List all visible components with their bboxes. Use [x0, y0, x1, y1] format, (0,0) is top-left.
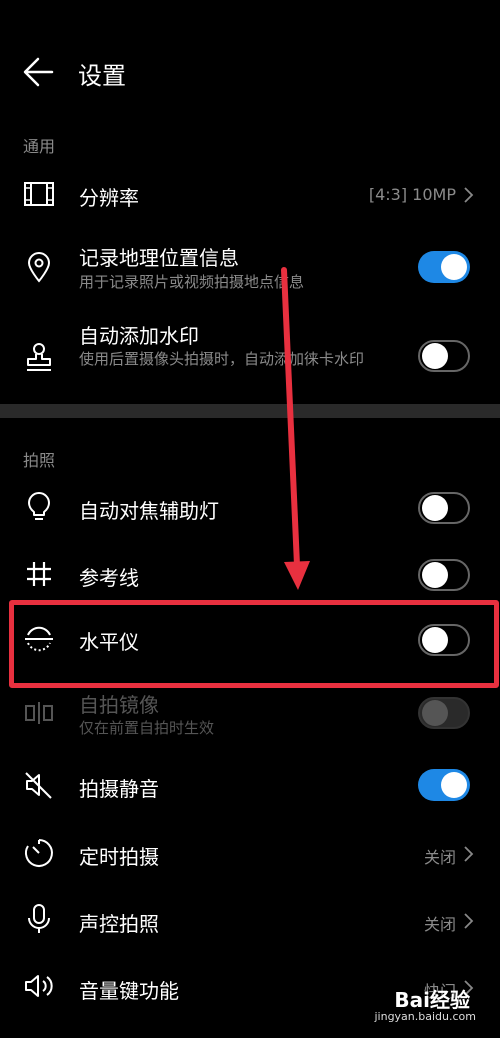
setting-value: [4:3] 10MP: [368, 185, 456, 204]
timer-icon: [22, 836, 56, 870]
setting-row-focus-light[interactable]: 自动对焦辅助灯: [0, 484, 500, 534]
setting-label: 自动添加水印: [79, 324, 199, 348]
section-divider: [0, 404, 500, 418]
speaker-volume-icon: [22, 969, 56, 1003]
toggle-switch-mute[interactable]: [418, 769, 470, 801]
setting-row-watermark[interactable]: 自动添加水印 使用后置摄像头拍摄时，自动添加徕卡水印: [0, 316, 500, 396]
toggle-switch-focus-light[interactable]: [418, 492, 470, 524]
header: 设置: [0, 0, 500, 140]
toggle-switch-geo[interactable]: [418, 251, 470, 283]
watermark-url: jingyan.baidu.com: [374, 1010, 476, 1023]
setting-sub: 使用后置摄像头拍摄时，自动添加徕卡水印: [79, 350, 365, 368]
toggle-knob: [422, 700, 448, 726]
setting-row-voice[interactable]: 声控拍照 关闭: [0, 895, 500, 945]
baidu-watermark: Bai经验 jingyan.baidu.com: [366, 984, 476, 1024]
setting-row-geo[interactable]: 记录地理位置信息 用于记录照片或视频拍摄地点信息: [0, 236, 500, 300]
stamp-icon: [22, 340, 56, 374]
light-bulb-icon: [22, 490, 56, 524]
setting-label: 分辨率: [79, 186, 139, 210]
setting-label: 拍摄静音: [79, 777, 159, 801]
section-label-general: 通用: [23, 137, 56, 156]
setting-row-timer[interactable]: 定时拍摄 关闭: [0, 828, 500, 878]
setting-row-mirror: 自拍镜像 仅在前置自拍时生效: [0, 688, 500, 752]
chevron-right-icon: [462, 186, 474, 204]
setting-label: 记录地理位置信息: [79, 246, 239, 270]
setting-label: 声控拍照: [79, 912, 159, 936]
section-label-photo: 拍照: [23, 451, 56, 470]
grid-hash-icon: [22, 557, 56, 591]
toggle-switch-watermark[interactable]: [418, 340, 470, 372]
setting-row-resolution[interactable]: 分辨率 [4:3] 10MP: [0, 170, 500, 220]
setting-label: 音量键功能: [79, 979, 179, 1003]
setting-value: 关闭: [423, 915, 456, 934]
page-title: 设置: [78, 62, 126, 90]
setting-row-mute[interactable]: 拍摄静音: [0, 760, 500, 810]
watermark-logo: Bai经验: [394, 988, 470, 1012]
setting-row-grid[interactable]: 参考线: [0, 550, 500, 600]
toggle-knob: [422, 343, 448, 369]
toggle-knob: [422, 495, 448, 521]
toggle-switch-mirror: [418, 697, 470, 729]
toggle-knob: [422, 562, 448, 588]
microphone-icon: [22, 902, 56, 936]
setting-label: 自动对焦辅助灯: [79, 499, 219, 523]
speaker-mute-icon: [22, 768, 56, 802]
mirror-icon: [22, 696, 56, 730]
location-pin-icon: [22, 250, 56, 284]
setting-label: 定时拍摄: [79, 845, 159, 869]
chevron-right-icon: [462, 845, 474, 863]
toggle-switch-grid[interactable]: [418, 559, 470, 591]
setting-sub: 用于记录照片或视频拍摄地点信息: [79, 273, 305, 291]
toggle-knob: [441, 772, 467, 798]
setting-value: 关闭: [423, 848, 456, 867]
setting-label: 参考线: [79, 566, 139, 590]
toggle-knob: [441, 254, 467, 280]
annotation-highlight-box: [9, 600, 499, 688]
chevron-right-icon: [462, 912, 474, 930]
back-button[interactable]: [20, 52, 60, 92]
film-frame-icon: [22, 177, 56, 211]
back-arrow-icon: [23, 57, 54, 87]
setting-sub: 仅在前置自拍时生效: [79, 719, 215, 737]
setting-label: 自拍镜像: [79, 693, 159, 717]
